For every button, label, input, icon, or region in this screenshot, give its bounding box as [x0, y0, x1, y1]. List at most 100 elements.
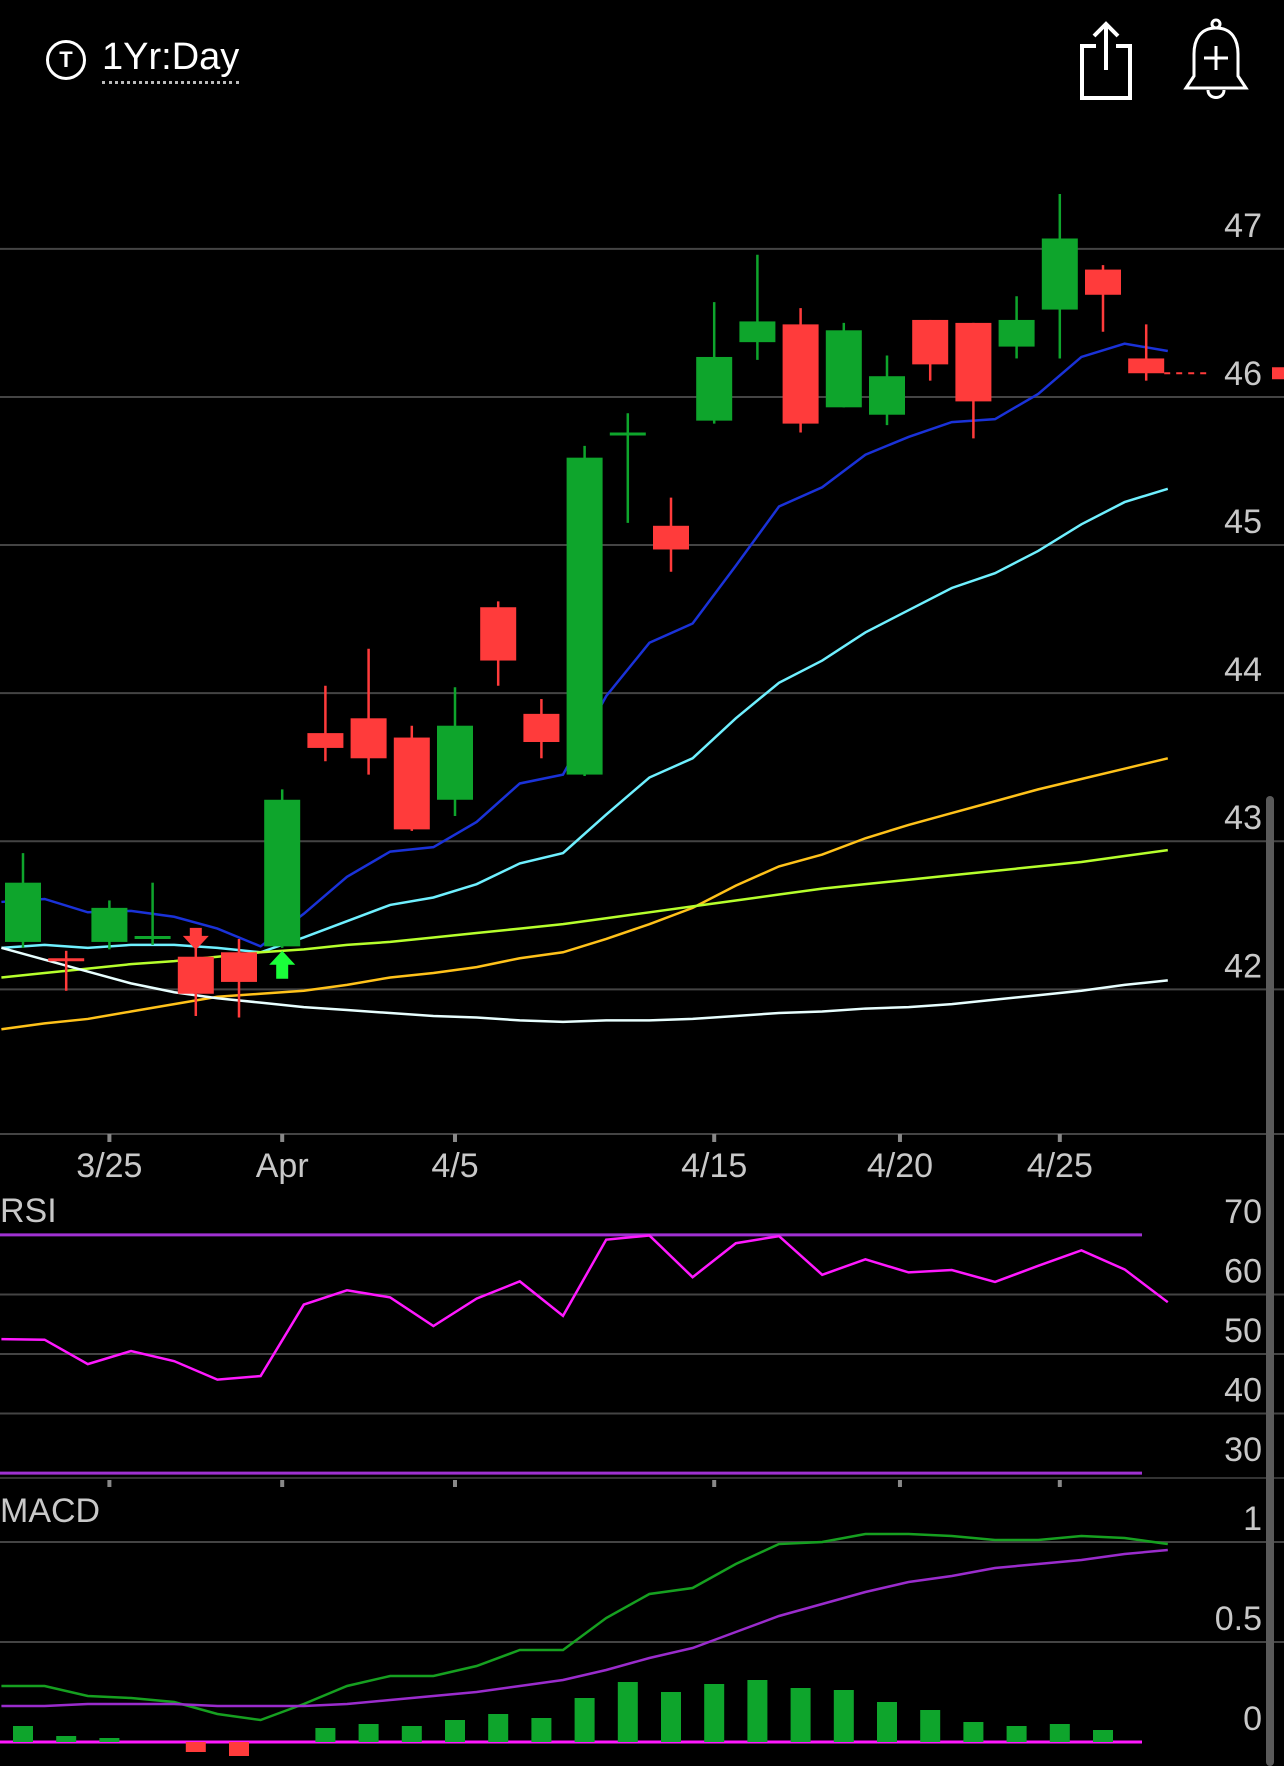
candle-up[interactable] — [5, 853, 41, 948]
candle-body — [307, 733, 344, 748]
candle-body — [221, 952, 257, 982]
candle-body — [523, 713, 560, 742]
candle-body — [5, 882, 41, 942]
candle-up[interactable] — [264, 789, 301, 948]
rsi-tick-label: 60 — [1224, 1252, 1262, 1290]
vertical-scrollbar[interactable] — [1266, 796, 1274, 1766]
candle-body — [653, 525, 689, 550]
candle-down[interactable] — [653, 497, 689, 572]
rsi-tick-label: 40 — [1224, 1372, 1262, 1410]
candle-body — [739, 321, 776, 343]
stock-chart[interactable]: 42 43 44 45 46 47 3/25 Apr 4/5 4/15 4/20 4/25 RSI 30… — [0, 0, 1284, 1766]
candle-body — [393, 737, 430, 830]
macd-histogram-bar — [13, 1726, 33, 1742]
x-axis-date-label: 4/5 — [431, 1147, 478, 1185]
x-axis-date-label: 4/20 — [867, 1147, 933, 1185]
candle-down[interactable] — [782, 308, 819, 433]
candle-body — [177, 956, 214, 994]
macd-histogram-bar — [1049, 1724, 1070, 1742]
candle-body — [998, 319, 1035, 347]
candle-body — [696, 356, 733, 421]
candle-up[interactable] — [696, 302, 733, 424]
macd-histogram-bar — [99, 1738, 120, 1742]
candle-body — [1128, 358, 1165, 374]
macd-histogram-bar — [833, 1690, 854, 1742]
macd-histogram-bar — [920, 1710, 941, 1742]
candle-up[interactable] — [869, 355, 905, 426]
macd-panel[interactable]: MACD 0 0.5 1 — [0, 1492, 1262, 1756]
macd-histogram-bar — [790, 1688, 811, 1742]
candle-body — [912, 319, 949, 365]
candle-body — [566, 457, 603, 775]
macd-histogram-bar — [56, 1736, 77, 1742]
x-axis-date-label: Apr — [256, 1147, 309, 1185]
price-tick-label: 43 — [1224, 799, 1262, 837]
candle-down[interactable] — [480, 601, 517, 686]
macd-tick-label: 1 — [1243, 1500, 1262, 1538]
macd-signal-line — [1, 1548, 1168, 1708]
candle-down[interactable] — [307, 685, 344, 762]
macd-histogram-bar — [229, 1742, 249, 1756]
macd-histogram-bar — [661, 1692, 681, 1742]
price-tick-label: 46 — [1224, 355, 1262, 393]
candle-up[interactable] — [91, 900, 128, 950]
candle-up[interactable] — [609, 413, 646, 523]
rsi-title: RSI — [0, 1192, 57, 1230]
candle-body — [1085, 269, 1121, 295]
candle-down[interactable] — [393, 725, 430, 831]
rsi-tick-label: 30 — [1224, 1431, 1262, 1469]
macd-histogram-bar — [1006, 1726, 1027, 1742]
x-axis-date-label: 4/15 — [681, 1147, 747, 1185]
macd-histogram-bar — [358, 1724, 379, 1742]
candle-up[interactable] — [566, 445, 603, 777]
macd-histogram-bar — [963, 1722, 984, 1742]
candle-up[interactable] — [437, 687, 473, 817]
candle-down[interactable] — [350, 648, 387, 775]
x-axis-date-label: 4/25 — [1027, 1147, 1093, 1185]
candle-down[interactable] — [912, 319, 949, 381]
buy-signal-arrow-icon — [269, 950, 296, 979]
macd-line — [1, 1532, 1168, 1722]
candle-body — [955, 322, 992, 402]
rsi-tick-label: 50 — [1224, 1312, 1262, 1350]
candle-up[interactable] — [1041, 194, 1078, 359]
macd-histogram-bar — [401, 1726, 422, 1742]
x-axis-date-label: 3/25 — [76, 1147, 142, 1185]
macd-histogram-bar — [747, 1680, 768, 1742]
candle-down[interactable] — [523, 699, 560, 759]
rsi-line — [1, 1234, 1169, 1381]
macd-histogram-bar — [531, 1718, 552, 1742]
macd-title: MACD — [0, 1492, 100, 1530]
macd-histogram-bar — [704, 1684, 725, 1742]
macd-histogram-bar — [574, 1698, 595, 1742]
price-panel[interactable]: 42 43 44 45 46 47 3/25 Apr 4/5 4/15 4/20 4/25 — [1, 194, 1284, 1185]
macd-histogram-bar — [488, 1714, 509, 1742]
price-tick-label: 45 — [1224, 503, 1262, 541]
macd-histogram-bar — [617, 1682, 638, 1742]
candle-body — [91, 907, 128, 942]
candle-body — [782, 324, 819, 424]
candle-body — [869, 376, 905, 415]
candle-down[interactable] — [1085, 265, 1121, 332]
candle-body — [264, 799, 301, 947]
macd-histogram-bar — [185, 1742, 206, 1752]
candle-up[interactable] — [998, 296, 1035, 359]
candle-body — [825, 330, 862, 408]
macd-tick-label: 0 — [1243, 1700, 1262, 1738]
candle-up[interactable] — [825, 322, 862, 408]
candle-down[interactable] — [48, 950, 85, 991]
moving-average-line — [1, 946, 1168, 1024]
last-price-marker — [1272, 367, 1284, 380]
price-tick-label: 47 — [1224, 207, 1262, 245]
macd-histogram-bar — [1093, 1730, 1113, 1742]
macd-histogram-bar — [877, 1702, 897, 1742]
candle-up[interactable] — [134, 882, 171, 945]
macd-histogram-bar — [445, 1720, 465, 1742]
rsi-tick-label: 70 — [1224, 1193, 1262, 1231]
candle-body — [1041, 238, 1078, 310]
candle-body — [480, 607, 517, 661]
candle-down[interactable] — [1128, 324, 1165, 381]
moving-average-line — [1, 848, 1168, 979]
candle-up[interactable] — [739, 254, 776, 360]
price-tick-label: 42 — [1224, 947, 1262, 985]
